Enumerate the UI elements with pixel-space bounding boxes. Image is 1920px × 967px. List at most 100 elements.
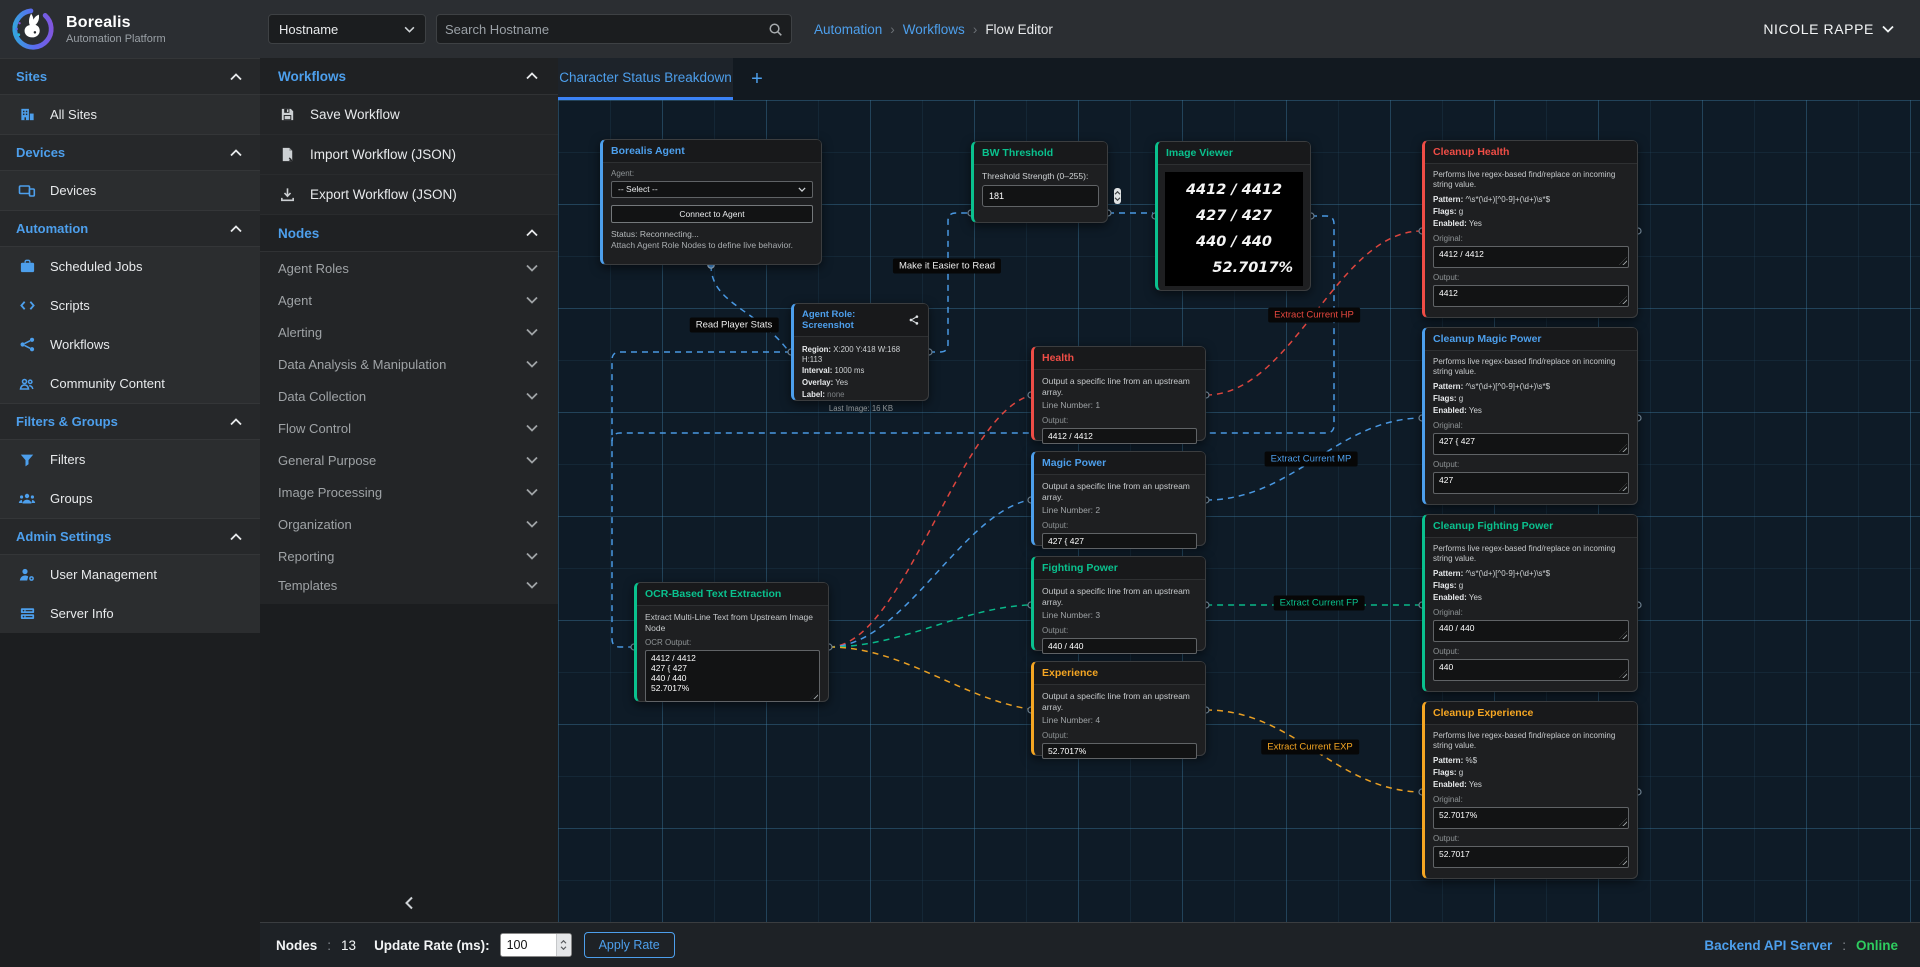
enabled-value: Yes <box>1469 219 1482 228</box>
node-fighting-power[interactable]: Fighting Power Output a specific line fr… <box>1031 556 1206 651</box>
node-ocr-text-extraction[interactable]: OCR-Based Text Extraction Extract Multi-… <box>634 582 829 702</box>
node-health[interactable]: Health Output a specific line from an up… <box>1031 346 1206 441</box>
node-cleanup-fighting-power[interactable]: Cleanup Fighting Power Performs live reg… <box>1422 514 1638 692</box>
user-menu[interactable]: NICOLE RAPPE <box>1763 21 1920 37</box>
update-rate-input[interactable] <box>501 934 556 956</box>
save-workflow-button[interactable]: Save Workflow <box>260 95 558 135</box>
top-bar: Borealis Automation Platform Hostname Au… <box>0 0 1920 58</box>
tab-character-status-breakdown[interactable]: Character Status Breakdown <box>558 58 733 100</box>
sidebar-item-devices[interactable]: Devices <box>0 171 260 210</box>
output-input[interactable] <box>1042 533 1197 549</box>
panel-collapse-button[interactable] <box>260 896 558 910</box>
node-magic-power[interactable]: Magic Power Output a specific line from … <box>1031 451 1206 546</box>
search-input[interactable] <box>445 22 768 37</box>
connect-to-agent-button[interactable]: Connect to Agent <box>611 205 813 224</box>
sidebar-section-sites[interactable]: Sites <box>0 58 260 95</box>
sidebar-item-all-sites[interactable]: All Sites <box>0 95 260 134</box>
output-input[interactable] <box>1042 428 1197 444</box>
ocr-output-textarea[interactable]: 4412 / 4412 427 { 427 440 / 440 52.7017% <box>645 650 820 702</box>
spinner-up-icon <box>560 940 567 944</box>
flow-canvas[interactable]: Read Player Stats Make it Easier to Read… <box>558 100 1920 922</box>
node-category-organization[interactable]: Organization <box>260 508 558 540</box>
line-number: Line Number: 1 <box>1042 400 1197 411</box>
original-textarea[interactable]: 440 / 440 <box>1433 620 1629 642</box>
section-label: Automation <box>16 221 88 236</box>
node-category-alerting[interactable]: Alerting <box>260 316 558 348</box>
node-category-data-collection[interactable]: Data Collection <box>260 380 558 412</box>
edge-label-make-it-easier[interactable]: Make it Easier to Read <box>893 259 1001 274</box>
chevron-down-icon <box>526 264 538 272</box>
sidebar-section-devices[interactable]: Devices <box>0 134 260 171</box>
search-icon[interactable] <box>768 22 783 37</box>
nodes-panel-header[interactable]: Nodes <box>260 215 558 252</box>
spinner-buttons[interactable] <box>556 934 571 956</box>
node-category-data-analysis[interactable]: Data Analysis & Manipulation <box>260 348 558 380</box>
original-textarea[interactable]: 4412 / 4412 <box>1433 246 1629 268</box>
node-category-agent-roles[interactable]: Agent Roles <box>260 252 558 284</box>
node-category-flow-control[interactable]: Flow Control <box>260 412 558 444</box>
breadcrumb-automation[interactable]: Automation <box>814 22 882 37</box>
output-textarea[interactable]: 427 <box>1433 472 1629 494</box>
edge-label-extract-mp[interactable]: Extract Current MP <box>1265 452 1358 467</box>
app-logo[interactable]: Borealis Automation Platform <box>0 6 260 52</box>
node-agent-role-screenshot[interactable]: Agent Role: Screenshot Region: X:200 Y:4… <box>791 303 929 401</box>
share-icon[interactable] <box>908 314 920 326</box>
update-rate-field[interactable] <box>500 933 572 957</box>
add-tab-button[interactable]: + <box>733 58 781 100</box>
node-category-reporting[interactable]: Reporting <box>260 540 558 572</box>
workflows-panel-header[interactable]: Workflows <box>260 58 558 95</box>
node-bw-threshold[interactable]: BW Threshold Threshold Strength (0–255): <box>971 141 1108 223</box>
node-cleanup-health[interactable]: Cleanup Health Performs live regex-based… <box>1422 140 1638 318</box>
sidebar-item-server-info[interactable]: Server Info <box>0 594 260 633</box>
edge-label-extract-fp[interactable]: Extract Current FP <box>1274 596 1365 611</box>
backend-status-badge: Online <box>1856 938 1898 953</box>
original-textarea[interactable]: 427 { 427 <box>1433 433 1629 455</box>
sidebar-section-automation[interactable]: Automation <box>0 210 260 247</box>
output-input[interactable] <box>1042 638 1197 654</box>
threshold-input[interactable] <box>983 186 1112 206</box>
breadcrumb-workflows[interactable]: Workflows <box>903 22 965 37</box>
sidebar-item-community-content[interactable]: Community Content <box>0 364 260 403</box>
node-experience[interactable]: Experience Output a specific line from a… <box>1031 661 1206 756</box>
edge-label-extract-hp[interactable]: Extract Current HP <box>1268 308 1360 323</box>
sidebar-section-admin-settings[interactable]: Admin Settings <box>0 518 260 555</box>
sidebar-item-scripts[interactable]: Scripts <box>0 286 260 325</box>
output-textarea[interactable]: 52.7017 <box>1433 846 1629 868</box>
group-icon <box>18 490 36 508</box>
edge-label-extract-exp[interactable]: Extract Current EXP <box>1261 740 1359 755</box>
node-category-image-processing[interactable]: Image Processing <box>260 476 558 508</box>
viewer-line-mp: 427 / 427 <box>1175 203 1293 229</box>
sidebar-item-workflows[interactable]: Workflows <box>0 325 260 364</box>
node-borealis-agent[interactable]: Borealis Agent Agent: -- Select -- Conne… <box>600 139 822 265</box>
apply-rate-button[interactable]: Apply Rate <box>584 932 675 958</box>
output-textarea[interactable]: 440 <box>1433 659 1629 681</box>
original-textarea[interactable]: 52.7017% <box>1433 807 1629 829</box>
key: Overlay: <box>802 378 833 387</box>
import-workflow-button[interactable]: Import Workflow (JSON) <box>260 135 558 175</box>
node-cleanup-magic-power[interactable]: Cleanup Magic Power Performs live regex-… <box>1422 327 1638 505</box>
agent-select[interactable]: -- Select -- <box>611 181 813 198</box>
node-cleanup-experience[interactable]: Cleanup Experience Performs live regex-b… <box>1422 701 1638 879</box>
node-image-viewer[interactable]: Image Viewer 4412 / 4412 427 / 427 440 /… <box>1155 141 1311 291</box>
edge-label-read-player-stats[interactable]: Read Player Stats <box>690 318 779 333</box>
node-category-general-purpose[interactable]: General Purpose <box>260 444 558 476</box>
output-textarea[interactable]: 4412 <box>1433 285 1629 307</box>
node-category-agent[interactable]: Agent <box>260 284 558 316</box>
section-label: Filters & Groups <box>16 414 118 429</box>
sidebar-item-scheduled-jobs[interactable]: Scheduled Jobs <box>0 247 260 286</box>
category-label: Data Analysis & Manipulation <box>278 357 446 372</box>
output-input[interactable] <box>1042 743 1197 759</box>
sidebar-item-filters[interactable]: Filters <box>0 440 260 479</box>
node-category-templates[interactable]: Templates <box>260 572 558 604</box>
chevron-up-icon <box>526 229 538 237</box>
action-label: Import Workflow (JSON) <box>310 147 456 162</box>
server-icon <box>18 605 36 623</box>
node-desc: Output a specific line from an upstream … <box>1042 376 1197 397</box>
sidebar-item-user-management[interactable]: User Management <box>0 555 260 594</box>
spinner-buttons[interactable] <box>1114 188 1121 204</box>
hostname-select[interactable]: Hostname <box>268 14 426 44</box>
export-workflow-button[interactable]: Export Workflow (JSON) <box>260 175 558 215</box>
hostname-search[interactable] <box>436 14 792 44</box>
sidebar-item-groups[interactable]: Groups <box>0 479 260 518</box>
sidebar-section-filters-groups[interactable]: Filters & Groups <box>0 403 260 440</box>
